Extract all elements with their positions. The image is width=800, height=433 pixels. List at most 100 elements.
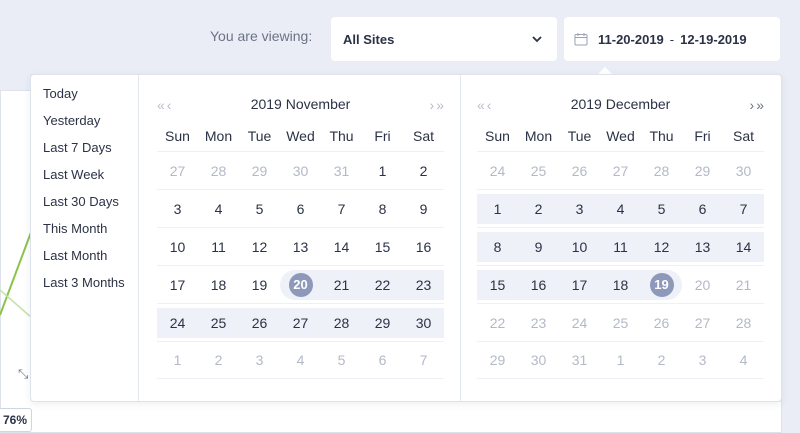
day-cell-in-range[interactable]: 10 [559, 231, 600, 262]
next-year-icon[interactable]: » [756, 97, 764, 113]
preset-today[interactable]: Today [31, 86, 138, 113]
day-cell[interactable]: 17 [157, 270, 198, 300]
day-cell-in-range[interactable]: 23 [403, 269, 444, 300]
day-cell-in-range[interactable]: 14 [723, 231, 764, 262]
day-cell[interactable]: 30 [723, 156, 764, 186]
day-cell-in-range[interactable]: 5 [641, 193, 682, 224]
day-cell[interactable]: 24 [477, 156, 518, 186]
day-cell[interactable]: 13 [280, 232, 321, 262]
day-cell[interactable]: 1 [600, 345, 641, 375]
preset-last-30-days[interactable]: Last 30 Days [31, 194, 138, 221]
day-cell-in-range[interactable]: 4 [600, 193, 641, 224]
prev-year-icon[interactable]: « [157, 97, 165, 113]
day-cell[interactable]: 16 [403, 232, 444, 262]
day-cell[interactable]: 27 [682, 308, 723, 338]
day-cell[interactable]: 5 [239, 194, 280, 224]
day-cell[interactable]: 29 [239, 156, 280, 186]
day-cell[interactable]: 7 [403, 345, 444, 375]
day-cell[interactable]: 26 [641, 308, 682, 338]
day-cell[interactable]: 24 [559, 308, 600, 338]
day-cell[interactable]: 30 [518, 345, 559, 375]
day-cell-in-range[interactable]: 16 [518, 269, 559, 300]
preset-last-3-months[interactable]: Last 3 Months [31, 275, 138, 302]
day-cell[interactable]: 2 [403, 156, 444, 186]
day-cell-in-range[interactable]: 9 [518, 231, 559, 262]
day-cell-in-range[interactable]: 29 [362, 307, 403, 338]
day-cell-in-range[interactable]: 22 [362, 269, 403, 300]
day-cell[interactable]: 1 [157, 345, 198, 375]
day-cell[interactable]: 23 [518, 308, 559, 338]
prev-year-icon[interactable]: « [477, 97, 485, 113]
day-cell[interactable]: 20 [682, 270, 723, 300]
next-year-icon[interactable]: » [436, 97, 444, 113]
site-select[interactable]: All Sites [331, 17, 557, 61]
day-cell[interactable]: 22 [477, 308, 518, 338]
date-range-input[interactable]: 11-20-2019 - 12-19-2019 [564, 17, 780, 61]
day-cell[interactable]: 7 [321, 194, 362, 224]
day-cell[interactable]: 29 [477, 345, 518, 375]
day-cell[interactable]: 27 [600, 156, 641, 186]
day-cell-in-range[interactable]: 27 [280, 307, 321, 338]
day-cell[interactable]: 15 [362, 232, 403, 262]
day-cell[interactable]: 28 [641, 156, 682, 186]
day-cell[interactable]: 3 [239, 345, 280, 375]
day-cell[interactable]: 9 [403, 194, 444, 224]
day-cell-in-range[interactable]: 24 [157, 307, 198, 338]
preset-last-month[interactable]: Last Month [31, 248, 138, 275]
day-cell[interactable]: 8 [362, 194, 403, 224]
preset-last-7-days[interactable]: Last 7 Days [31, 140, 138, 167]
day-cell[interactable]: 28 [198, 156, 239, 186]
day-cell[interactable]: 25 [600, 308, 641, 338]
day-cell-in-range[interactable]: 7 [723, 193, 764, 224]
range-end-day[interactable]: 19 [641, 269, 682, 300]
day-cell[interactable]: 14 [321, 232, 362, 262]
day-cell[interactable]: 26 [559, 156, 600, 186]
day-cell[interactable]: 11 [198, 232, 239, 262]
prev-month-icon[interactable]: ‹ [167, 97, 172, 113]
day-cell[interactable]: 4 [280, 345, 321, 375]
preset-this-month[interactable]: This Month [31, 221, 138, 248]
day-cell[interactable]: 1 [362, 156, 403, 186]
day-cell[interactable]: 5 [321, 345, 362, 375]
day-cell[interactable]: 2 [641, 345, 682, 375]
day-cell-in-range[interactable]: 28 [321, 307, 362, 338]
day-cell-in-range[interactable]: 8 [477, 231, 518, 262]
day-cell-in-range[interactable]: 25 [198, 307, 239, 338]
day-cell[interactable]: 6 [280, 194, 321, 224]
next-month-icon[interactable]: › [750, 97, 755, 113]
day-cell-in-range[interactable]: 21 [321, 269, 362, 300]
day-cell[interactable]: 6 [362, 345, 403, 375]
day-cell-in-range[interactable]: 15 [477, 269, 518, 300]
day-cell[interactable]: 29 [682, 156, 723, 186]
day-cell-in-range[interactable]: 13 [682, 231, 723, 262]
next-month-icon[interactable]: › [430, 97, 435, 113]
day-cell[interactable]: 12 [239, 232, 280, 262]
day-cell[interactable]: 10 [157, 232, 198, 262]
day-cell-in-range[interactable]: 26 [239, 307, 280, 338]
preset-last-week[interactable]: Last Week [31, 167, 138, 194]
day-cell-in-range[interactable]: 3 [559, 193, 600, 224]
day-cell-in-range[interactable]: 17 [559, 269, 600, 300]
day-cell[interactable]: 25 [518, 156, 559, 186]
day-cell[interactable]: 30 [280, 156, 321, 186]
day-cell-in-range[interactable]: 11 [600, 231, 641, 262]
day-cell-in-range[interactable]: 6 [682, 193, 723, 224]
prev-month-icon[interactable]: ‹ [487, 97, 492, 113]
day-cell[interactable]: 28 [723, 308, 764, 338]
day-cell[interactable]: 21 [723, 270, 764, 300]
preset-yesterday[interactable]: Yesterday [31, 113, 138, 140]
day-cell[interactable]: 4 [723, 345, 764, 375]
day-cell[interactable]: 3 [682, 345, 723, 375]
day-cell[interactable]: 3 [157, 194, 198, 224]
day-cell[interactable]: 19 [239, 270, 280, 300]
day-cell-in-range[interactable]: 1 [477, 193, 518, 224]
day-cell[interactable]: 27 [157, 156, 198, 186]
day-cell-in-range[interactable]: 30 [403, 307, 444, 338]
range-start-day[interactable]: 20 [280, 269, 321, 300]
day-cell-in-range[interactable]: 18 [600, 269, 641, 300]
day-cell-in-range[interactable]: 12 [641, 231, 682, 262]
day-cell[interactable]: 2 [198, 345, 239, 375]
day-cell[interactable]: 18 [198, 270, 239, 300]
day-cell[interactable]: 31 [321, 156, 362, 186]
day-cell[interactable]: 4 [198, 194, 239, 224]
